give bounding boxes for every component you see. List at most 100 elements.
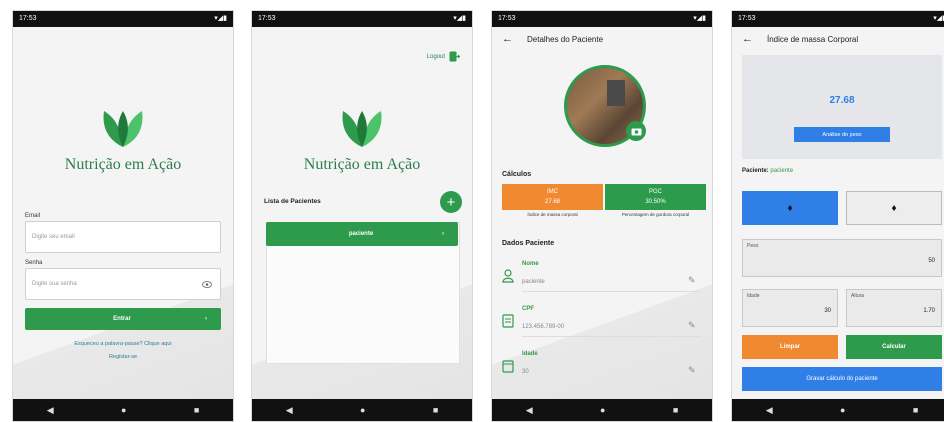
imc-caption: Índice de massa corporal [527, 212, 578, 217]
email-label: Email [25, 213, 41, 219]
imc-card[interactable]: IMC 27.68 [502, 184, 603, 210]
weight-analysis-button[interactable]: Análise do peso [794, 127, 890, 142]
imc-label: IMC [547, 189, 558, 195]
edit-name-icon[interactable]: ✎ [688, 275, 696, 286]
status-icons: ▾◢▮ [933, 15, 944, 22]
plus-icon: + [446, 193, 456, 211]
age-value: 30 [824, 308, 831, 314]
nav-recent-icon[interactable]: ■ [433, 405, 438, 415]
status-bar: 17:53 ▾◢▮ [732, 11, 944, 27]
height-value: 1.70 [923, 308, 935, 314]
female-icon: ♦ [891, 202, 897, 214]
id-card-icon [502, 314, 514, 328]
patient-data-title: Dados Paciente [502, 240, 555, 247]
nav-back-icon[interactable]: ◀ [526, 405, 533, 416]
logout-button[interactable]: Logout [427, 51, 460, 62]
nav-home-icon[interactable]: ● [840, 405, 845, 415]
status-icons: ▾◢▮ [214, 15, 227, 22]
age-field[interactable]: Idade 30 [742, 289, 838, 327]
app-title: Nutrição em Ação [64, 156, 182, 173]
save-calculation-button[interactable]: Gravar cálculo do paciente [742, 367, 942, 391]
weight-label: Peso [747, 243, 759, 249]
patient-label: Paciente: [742, 168, 769, 174]
status-bar: 17:53 ▾◢▮ [252, 11, 472, 27]
forgot-password-link[interactable]: Esqueceu a palavra-passe? Clique aqui [13, 341, 233, 347]
field-value-name: paciente [522, 279, 545, 285]
patient-list-screen: 17:53 ▾◢▮ Logout Nutrição em Ação Lista … [251, 10, 473, 422]
navigation-bar: ◀ ● ■ [13, 399, 233, 421]
field-value-cpf: 123.456.789-00 [522, 324, 565, 330]
result-panel: 27.68 Análise do peso [742, 55, 942, 159]
weight-field[interactable]: Peso 50 [742, 239, 942, 277]
patient-item-button[interactable]: paciente › [266, 222, 458, 246]
status-icons: ▾◢▮ [453, 15, 466, 22]
email-placeholder: Digite seu email [32, 234, 75, 240]
patient-details-screen: 17:53 ▾◢▮ ← Detalhes do Paciente Cálculo… [491, 10, 713, 422]
edit-cpf-icon[interactable]: ✎ [688, 320, 696, 331]
login-screen: 17:53 ▾◢▮ Nutrição em Ação Email Digite … [12, 10, 234, 422]
app-title: Nutrição em Ação [303, 156, 421, 173]
status-time: 17:53 [738, 15, 756, 22]
screen-title: Índice de massa Corporal [767, 34, 859, 44]
patient-item-label: paciente [348, 231, 374, 237]
nav-recent-icon[interactable]: ■ [194, 405, 199, 415]
height-field[interactable]: Altura 1.70 [846, 289, 942, 327]
age-label: Idade [747, 293, 760, 299]
field-label-cpf: CPF [522, 306, 534, 312]
status-icons: ▾◢▮ [693, 15, 706, 22]
login-button-label: Entrar [113, 316, 131, 322]
person-icon [502, 269, 514, 283]
imc-calculator-screen: 17:53 ▾◢▮ ← Índice de massa Corporal 27.… [731, 10, 944, 422]
back-arrow-icon[interactable]: ← [502, 33, 513, 45]
body-fat-value: 30.50% [645, 199, 666, 205]
top-app-bar: ← Índice de massa Corporal [732, 27, 944, 51]
add-patient-button[interactable]: + [440, 191, 462, 213]
status-bar: 17:53 ▾◢▮ [13, 11, 233, 27]
imc-result-value: 27.68 [829, 95, 855, 106]
nav-recent-icon[interactable]: ■ [913, 405, 918, 415]
password-label: Senha [25, 260, 43, 266]
register-link[interactable]: Registar-se [13, 354, 233, 360]
leaf-logo-icon [103, 111, 143, 147]
edit-age-icon[interactable]: ✎ [688, 365, 696, 376]
nav-recent-icon[interactable]: ■ [673, 405, 678, 415]
field-value-age: 30 [522, 369, 529, 375]
nav-back-icon[interactable]: ◀ [47, 405, 54, 416]
navigation-bar: ◀ ● ■ [732, 399, 944, 421]
status-time: 17:53 [258, 15, 276, 22]
nav-home-icon[interactable]: ● [360, 405, 365, 415]
logout-icon [449, 51, 460, 62]
imc-value: 27.68 [544, 199, 560, 205]
back-arrow-icon[interactable]: ← [742, 33, 753, 45]
arrow-right-icon: › [442, 231, 444, 237]
nav-home-icon[interactable]: ● [121, 405, 126, 415]
nav-home-icon[interactable]: ● [600, 405, 605, 415]
screen-title: Detalhes do Paciente [527, 34, 604, 44]
eye-icon[interactable] [202, 280, 212, 288]
field-divider [522, 291, 700, 292]
calendar-icon [502, 360, 514, 373]
field-divider [522, 336, 700, 337]
status-bar: 17:53 ▾◢▮ [492, 11, 712, 27]
female-button[interactable]: ♦ [846, 191, 942, 225]
nav-back-icon[interactable]: ◀ [286, 405, 293, 416]
login-button[interactable]: Entrar › [25, 308, 221, 330]
calculate-button[interactable]: Calcular [846, 335, 942, 359]
top-app-bar: ← Detalhes do Paciente [492, 27, 712, 51]
body-fat-card[interactable]: PGC 30.50% [605, 184, 706, 210]
field-label-age: Idade [522, 351, 538, 357]
email-field[interactable]: Digite seu email [25, 221, 221, 253]
field-label-name: Nome [522, 261, 539, 267]
leaf-logo-icon [342, 111, 382, 147]
male-button[interactable]: ♦ [742, 191, 838, 225]
arrow-right-icon: › [205, 316, 207, 322]
password-field[interactable]: Digite sua senha [25, 268, 221, 300]
height-label: Altura [851, 293, 865, 299]
clear-button[interactable]: Limpar [742, 335, 838, 359]
camera-button[interactable] [626, 121, 646, 141]
navigation-bar: ◀ ● ■ [492, 399, 712, 421]
weight-value: 50 [928, 258, 935, 264]
navigation-bar: ◀ ● ■ [252, 399, 472, 421]
patient-list-title: Lista de Pacientes [264, 198, 321, 205]
nav-back-icon[interactable]: ◀ [766, 405, 773, 416]
